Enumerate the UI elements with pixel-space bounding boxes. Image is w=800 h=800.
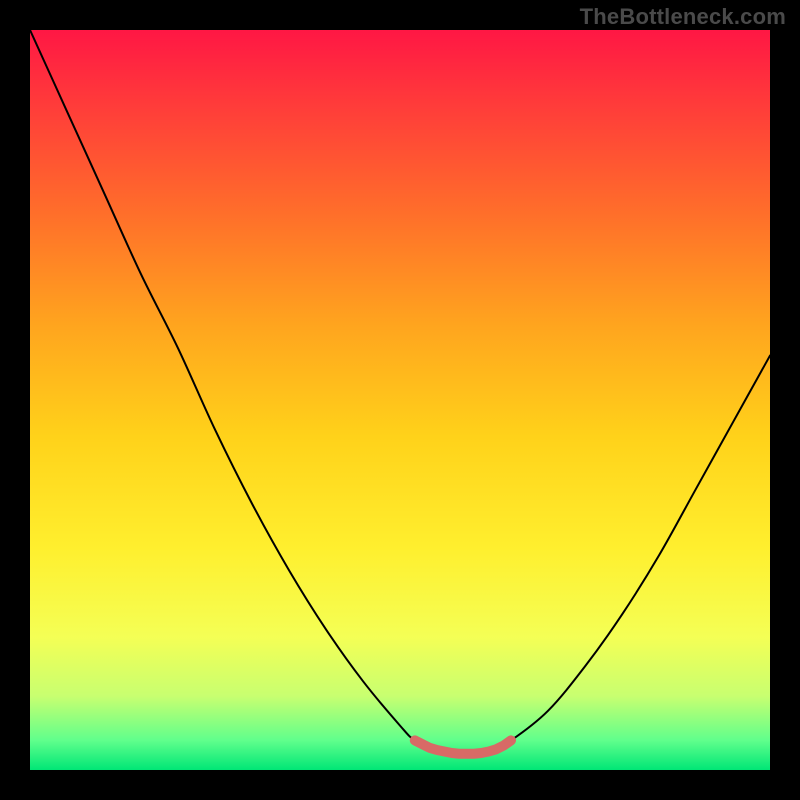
plot-area	[30, 30, 770, 770]
chart-frame: TheBottleneck.com	[0, 0, 800, 800]
bottleneck-chart	[30, 30, 770, 770]
watermark-text: TheBottleneck.com	[580, 4, 786, 30]
gradient-background	[30, 30, 770, 770]
